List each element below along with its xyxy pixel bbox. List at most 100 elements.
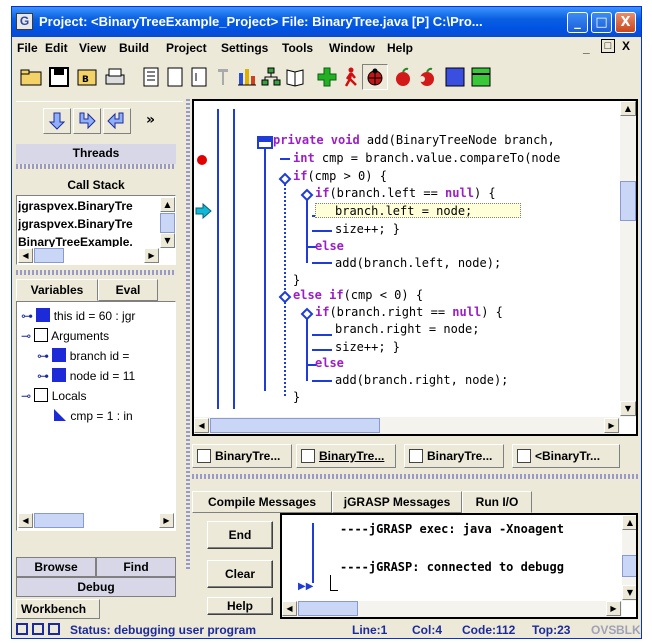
editor-hscrollbar[interactable]: ◀ ▶ [194, 417, 620, 434]
step-over-button[interactable] [43, 108, 71, 134]
panel-layout-icon[interactable] [16, 623, 28, 635]
uml-diagram-icon[interactable] [258, 64, 284, 90]
menu-file[interactable]: File [17, 41, 38, 55]
callstack-item[interactable]: jgraspvex.BinaryTre [18, 217, 158, 233]
print-icon[interactable] [102, 64, 128, 90]
h-scroll-thumb[interactable] [34, 513, 84, 528]
tab-browse[interactable]: Browse [16, 557, 96, 577]
tab-debug[interactable]: Debug [16, 577, 176, 597]
scroll-thumb[interactable] [620, 181, 636, 221]
scroll-right-arrow[interactable]: ▶ [159, 513, 174, 528]
scroll-left-arrow[interactable]: ◀ [282, 601, 297, 616]
tree-row-node[interactable]: ⊶ node id = 11 [37, 368, 135, 383]
step-out-button[interactable] [103, 108, 131, 134]
tab-jgrasp-messages[interactable]: jGRASP Messages [332, 491, 462, 513]
tree-row-branch[interactable]: ⊶ branch id = [37, 348, 129, 363]
end-button[interactable]: End [207, 521, 273, 549]
workbench-icon[interactable] [468, 64, 494, 90]
open-folder-icon[interactable] [18, 64, 44, 90]
scroll-thumb[interactable] [622, 555, 636, 577]
breakpoint-icon[interactable] [197, 155, 207, 165]
tab-run-io[interactable]: Run I/O [462, 491, 532, 513]
h-scroll-thumb[interactable] [34, 248, 64, 263]
step-in-button[interactable] [73, 108, 101, 134]
help-button[interactable]: Help [207, 597, 273, 615]
doc-close-button[interactable]: X [622, 39, 630, 53]
scroll-down-arrow[interactable]: ▼ [160, 233, 175, 248]
tree-row-cmp[interactable]: cmp = 1 : in [53, 408, 133, 423]
menu-tools[interactable]: Tools [282, 41, 313, 55]
threads-header[interactable]: Threads [16, 144, 176, 164]
tab-eval[interactable]: Eval [98, 279, 158, 301]
close-button[interactable]: X [615, 12, 636, 33]
h-scroll-thumb[interactable] [298, 601, 358, 616]
h-scroll-thumb[interactable] [210, 418, 380, 433]
fold-icon[interactable] [186, 64, 212, 90]
doc-tab-uml[interactable]: <BinaryTr... [512, 444, 620, 468]
run-icon[interactable] [338, 64, 364, 90]
scroll-up-arrow[interactable]: ▲ [160, 197, 175, 212]
doc-tab-2[interactable]: BinaryTre... [296, 444, 396, 468]
breakpoint-pin-icon[interactable] [210, 64, 236, 90]
generate-csd-icon[interactable] [138, 64, 164, 90]
doc-tab-1[interactable]: BinaryTre... [192, 444, 292, 468]
menu-settings[interactable]: Settings [221, 41, 268, 55]
run-io-output[interactable]: ----jGRASP exec: java -Xnoagent ----jGRA… [280, 513, 638, 619]
vertical-splitter[interactable] [186, 99, 190, 569]
callstack-item[interactable]: jgraspvex.BinaryTre [18, 199, 158, 215]
splitter-messages[interactable] [192, 474, 638, 479]
scroll-up-arrow[interactable]: ▲ [620, 101, 636, 116]
scroll-up-arrow[interactable]: ▲ [622, 515, 636, 530]
panel-layout-icon[interactable] [32, 623, 44, 635]
scroll-down-arrow[interactable]: ▼ [620, 401, 636, 416]
io-hscrollbar[interactable]: ◀ ▶ [282, 601, 622, 617]
splitter-variables[interactable] [16, 270, 176, 275]
tab-find[interactable]: Find [96, 557, 176, 577]
scroll-right-arrow[interactable]: ▶ [604, 418, 619, 433]
scroll-left-arrow[interactable]: ◀ [18, 513, 33, 528]
compile-icon[interactable] [314, 64, 340, 90]
panel-layout-icon[interactable] [48, 623, 60, 635]
scroll-left-arrow[interactable]: ◀ [194, 418, 209, 433]
save-icon[interactable] [46, 64, 72, 90]
doc-tab-3[interactable]: BinaryTre... [404, 444, 504, 468]
splitter-threads[interactable] [16, 164, 176, 169]
menu-window[interactable]: Window [329, 41, 375, 55]
menu-help[interactable]: Help [387, 41, 413, 55]
clear-button[interactable]: Clear [207, 560, 273, 588]
documentation-icon[interactable] [282, 64, 308, 90]
bar-chart-icon[interactable] [234, 64, 260, 90]
tab-variables[interactable]: Variables [16, 279, 98, 301]
tree-row-arguments[interactable]: ⊸ Arguments [21, 328, 109, 343]
doc-restore-button[interactable]: □ [601, 39, 615, 53]
menu-view[interactable]: View [79, 41, 106, 55]
tree-row-locals[interactable]: ⊸ Locals [21, 388, 86, 403]
scroll-thumb[interactable] [160, 213, 175, 233]
menu-project[interactable]: Project [166, 41, 207, 55]
menu-edit[interactable]: Edit [45, 41, 68, 55]
editor-vscrollbar[interactable]: ▲ ▼ [620, 101, 636, 417]
tab-compile-messages[interactable]: Compile Messages [192, 491, 332, 513]
tree-row-this[interactable]: ⊶ this id = 60 : jgr [21, 308, 135, 323]
minimize-button[interactable]: _ [567, 12, 588, 33]
code-editor[interactable]: private void add(BinaryTreeNode branch, … [192, 99, 638, 436]
scroll-down-arrow[interactable]: ▼ [622, 585, 636, 600]
title-bar[interactable]: G Project: <BinaryTreeExample_Project> F… [12, 7, 641, 37]
browse-icon[interactable]: B [74, 64, 100, 90]
io-structure-line [312, 523, 314, 583]
remove-csd-icon[interactable] [162, 64, 188, 90]
doc-minimize-button[interactable]: _ [583, 41, 590, 55]
step-apple-bitten-icon[interactable] [414, 64, 440, 90]
scroll-right-arrow[interactable]: ▶ [606, 601, 621, 616]
step-apple-icon[interactable] [390, 64, 416, 90]
debug-icon[interactable] [362, 64, 388, 90]
maximize-button[interactable]: □ [591, 12, 612, 33]
menu-build[interactable]: Build [119, 41, 149, 55]
tab-workbench[interactable]: Workbench [16, 599, 100, 619]
more-chevron-icon[interactable]: » [146, 112, 155, 128]
callstack-item[interactable]: BinaryTreeExample. [18, 235, 158, 247]
scroll-left-arrow[interactable]: ◀ [18, 248, 33, 263]
viewer-icon[interactable] [442, 64, 468, 90]
scroll-right-arrow[interactable]: ▶ [144, 248, 159, 263]
io-vscrollbar[interactable]: ▲ ▼ [622, 515, 636, 601]
